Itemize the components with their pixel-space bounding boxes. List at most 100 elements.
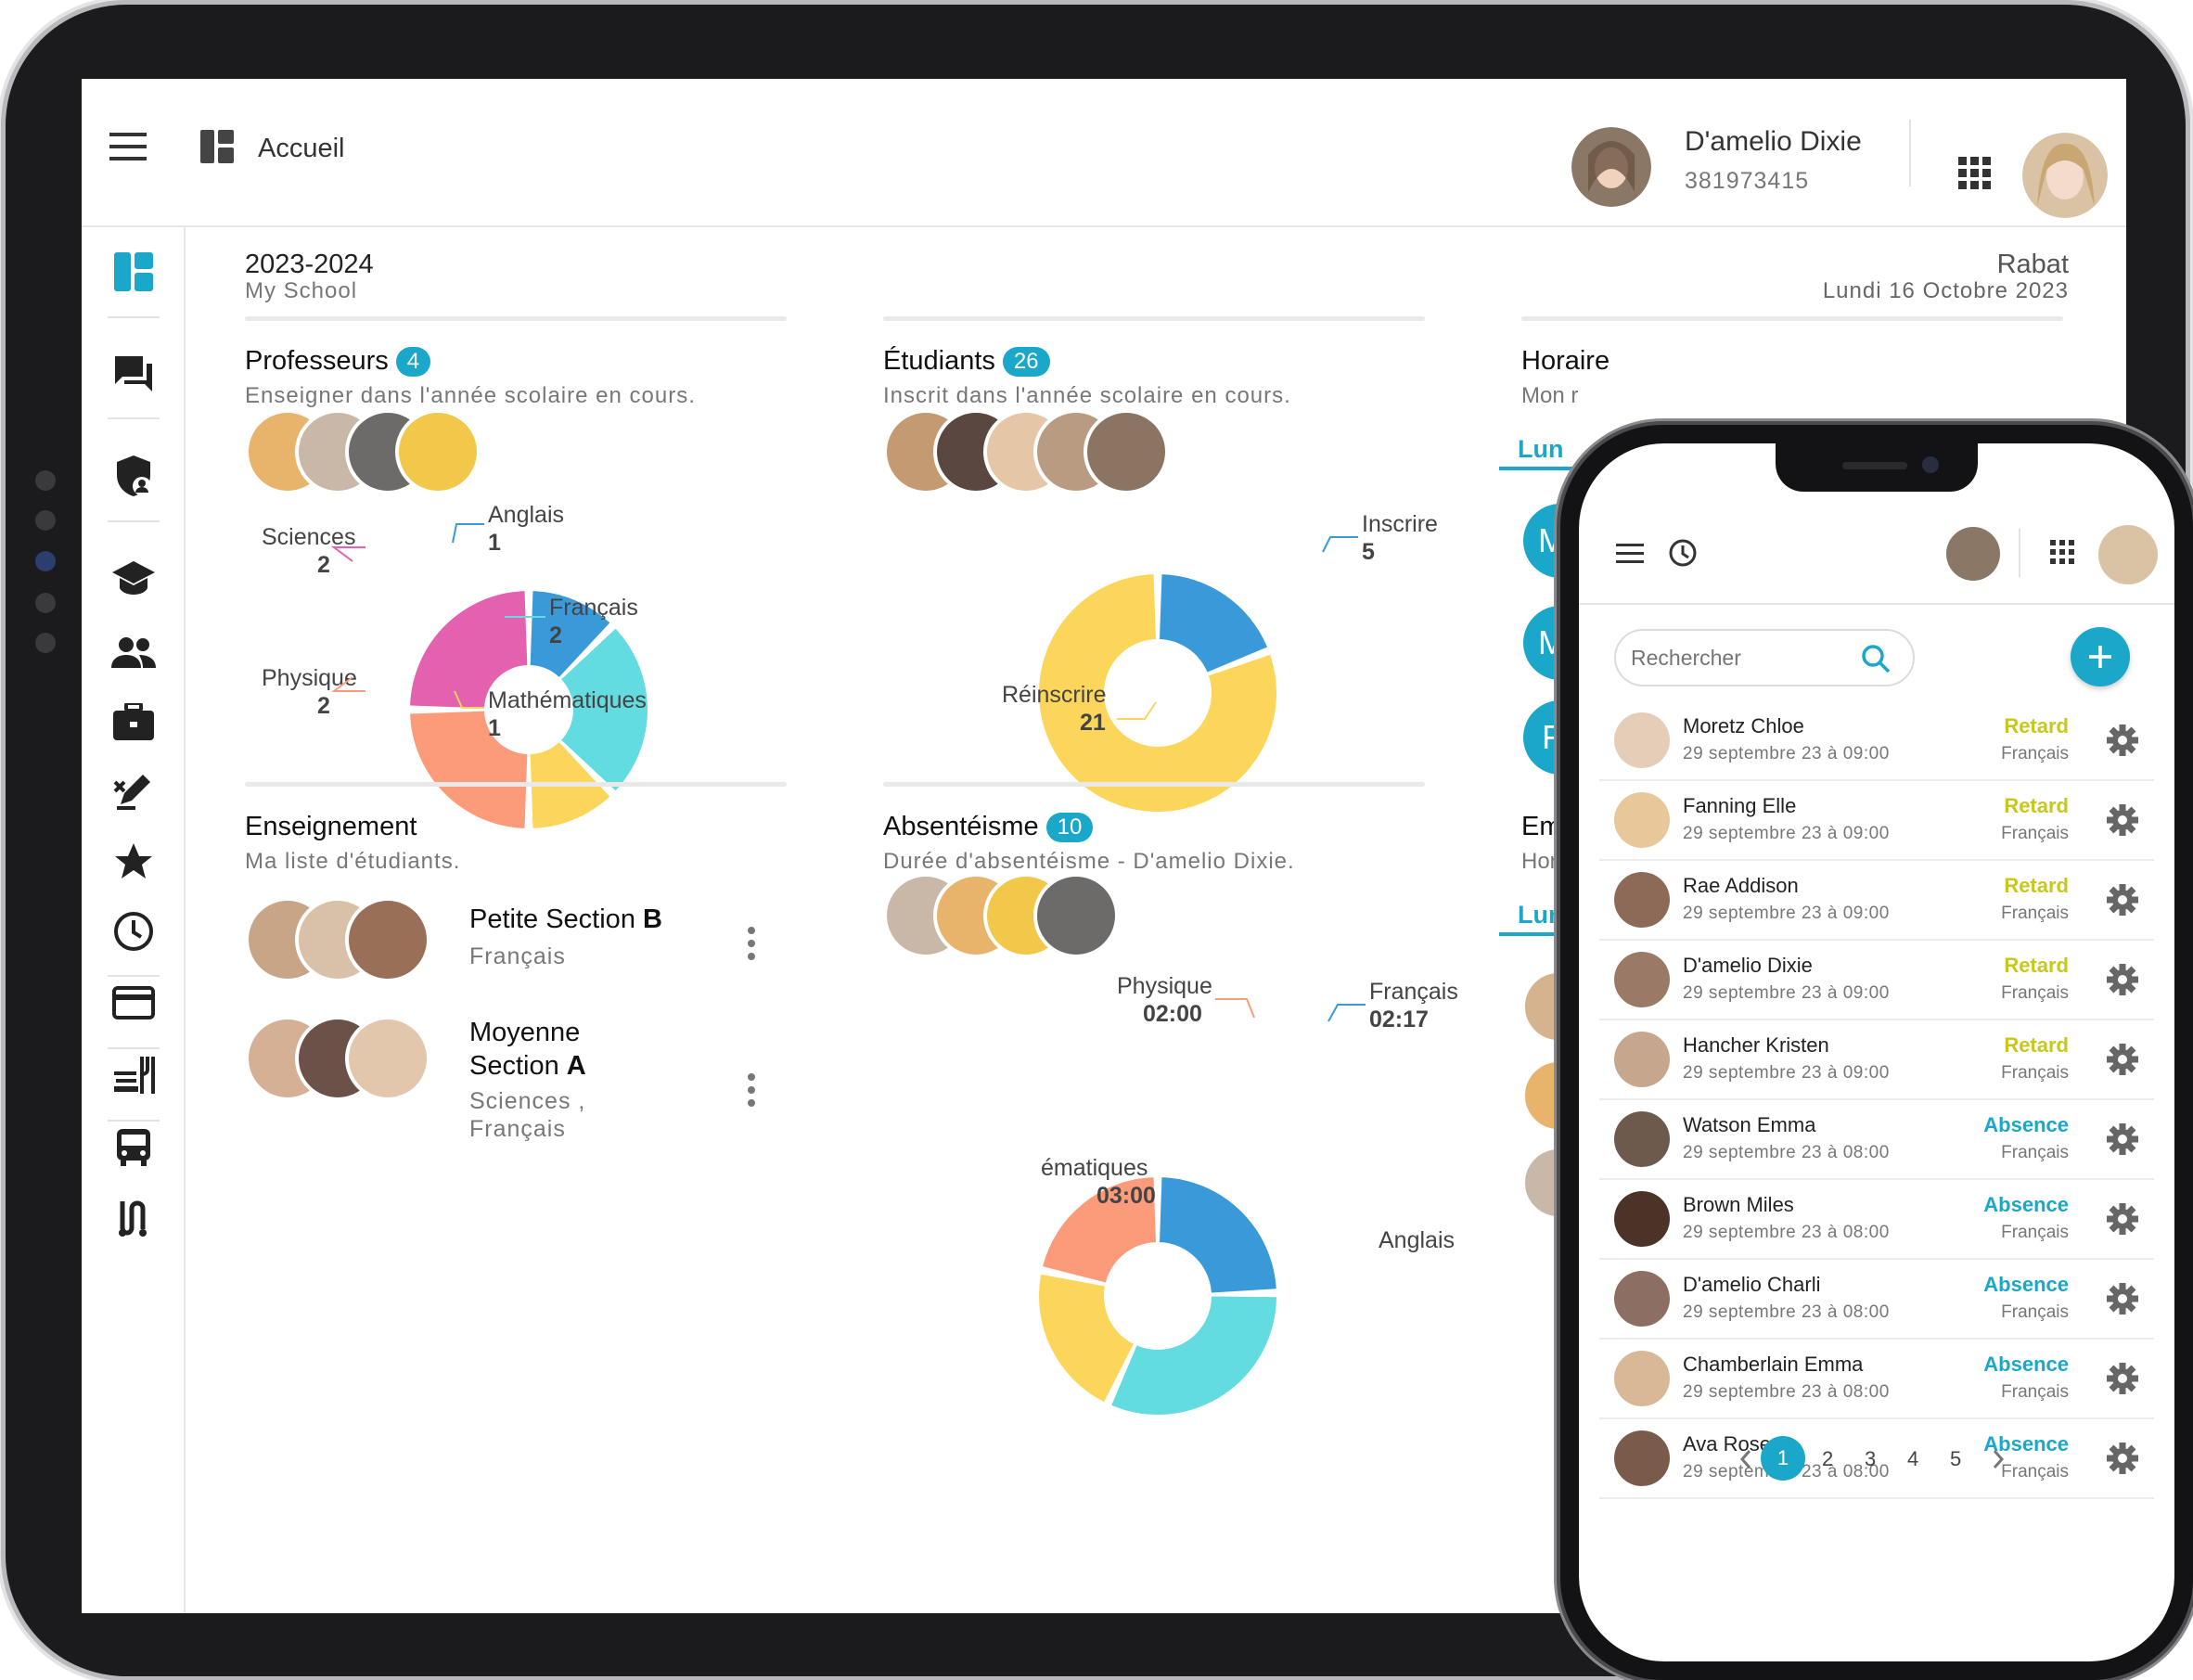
gear-icon[interactable] [2106,1282,2139,1320]
apps-grid-icon[interactable] [1958,157,1992,190]
chat-icon [115,356,152,391]
list-item[interactable]: Hancher Kristen 29 septembre 23 à 09:00 Re… [1599,1020,2154,1100]
phone-menu-icon[interactable] [1616,544,1644,569]
pagination-next-icon[interactable] [1989,1447,2007,1476]
subject-label: Français [2001,1223,2069,1242]
tablet-camera-dot [35,551,56,571]
pagination-page[interactable]: 5 [1950,1447,1961,1471]
list-item[interactable]: Fanning Elle 29 septembre 23 à 09:00 Retar… [1599,781,2154,861]
student-name: Rae Addison [1683,874,1799,897]
sidebar-divider [108,417,160,419]
list-item[interactable]: Brown Miles 29 septembre 23 à 08:00 Absenc… [1599,1180,2154,1260]
schedule-tab-lun[interactable]: Lun [1518,435,1563,464]
gear-icon[interactable] [2106,724,2139,762]
absence-date: 29 septembre 23 à 08:00 [1683,1143,1890,1162]
emp-tab-lun[interactable]: Lun [1518,901,1563,930]
user-name: D'amelio Dixie [1685,126,1862,157]
sidebar-item-exams[interactable] [108,765,160,817]
gear-icon[interactable] [2106,963,2139,1001]
absence-date: 29 septembre 23 à 09:00 [1683,824,1890,843]
list-item[interactable]: D'amelio Dixie 29 septembre 23 à 09:00 Ret… [1599,941,2154,1020]
list-item[interactable]: D'amelio Charli 29 septembre 23 à 08:00 Ab… [1599,1260,2154,1340]
status-badge: Absence [1983,1273,2069,1296]
subject-label: Français [2001,904,2069,923]
gear-icon[interactable] [2106,1202,2139,1240]
school-city: Rabat [1996,250,2069,279]
list-item[interactable]: Chamberlain Emma 29 septembre 23 à 08:00 A… [1599,1340,2154,1419]
pagination-page[interactable]: 4 [1907,1447,1918,1471]
student-name: Hancher Kristen [1683,1033,1829,1057]
phone-search-icon[interactable] [1861,644,1891,678]
route-icon [119,1200,147,1237]
sidebar-item-schedule[interactable] [108,905,160,957]
sidebar-item-transport[interactable] [108,1122,160,1173]
subject-label: Français [2001,744,2069,763]
tablet-sensor-dot [35,593,56,613]
absence-date: 29 septembre 23 à 08:00 [1683,1382,1890,1402]
phone-pagination: 1 2 3 4 5 [1737,1436,2033,1484]
student-name: D'amelio Dixie [1683,954,1813,977]
student-avatar [1614,952,1670,1007]
pagination-page[interactable]: 3 [1865,1447,1876,1471]
user-avatar[interactable] [1571,127,1651,207]
profile-avatar[interactable] [2022,133,2108,218]
student-avatar [1614,1032,1670,1087]
pagination-page[interactable]: 2 [1822,1447,1833,1471]
bus-icon [117,1129,150,1166]
list-item[interactable]: Watson Emma 29 septembre 23 à 08:00 Absenc… [1599,1100,2154,1180]
phone-apps-grid-icon[interactable] [2050,540,2074,569]
menu-icon[interactable] [109,133,147,160]
graduation-cap-icon [112,561,155,595]
sidebar-item-payments[interactable] [108,977,160,1029]
sidebar-item-jobs[interactable] [108,696,160,748]
phone-header-divider [2019,529,2020,577]
absence-date: 29 septembre 23 à 08:00 [1683,1223,1890,1242]
sidebar-item-security[interactable] [108,450,160,502]
list-item[interactable]: Rae Addison 29 septembre 23 à 09:00 Retard… [1599,861,2154,941]
student-avatar [1614,1191,1670,1247]
sidebar-item-users[interactable] [108,626,160,678]
phone-device: Moretz Chloe 29 septembre 23 à 09:00 Retar… [1560,425,2193,1680]
student-name: Chamberlain Emma [1683,1353,1864,1376]
section-divider [1521,316,2063,321]
chart-leader-lines [1215,998,1366,1022]
shield-user-icon [117,455,151,496]
subject-label: Français [2001,983,2069,1003]
pagination-page-current[interactable]: 1 [1761,1436,1805,1481]
phone-user-avatar[interactable] [1946,527,2000,581]
sidebar-item-education[interactable] [108,552,160,604]
gear-icon[interactable] [2106,1442,2139,1480]
list-item[interactable]: Moretz Chloe 29 septembre 23 à 09:00 Retar… [1599,701,2154,781]
sidebar-item-canteen[interactable] [108,1049,160,1101]
subject-label: Français [2001,1143,2069,1162]
sidebar [82,227,186,1613]
schedule-title: Horaire [1521,346,1610,376]
pagination-prev-icon[interactable] [1737,1447,1755,1476]
status-badge: Absence [1983,1193,2069,1216]
phone-profile-avatar[interactable] [2098,525,2158,584]
gear-icon[interactable] [2106,1122,2139,1161]
phone-clock-icon[interactable] [1668,538,1698,572]
status-badge: Retard [2004,874,2069,897]
sidebar-item-favorites[interactable] [108,836,160,888]
status-badge: Retard [2004,714,2069,737]
phone-search-box[interactable] [1614,629,1915,686]
stage: Accueil D'amelio Dixie 381973415 2023-20… [0,0,2193,1680]
schedule-letter: F [1542,718,1562,756]
gear-icon[interactable] [2106,1043,2139,1081]
clock-icon [114,912,153,951]
gear-icon[interactable] [2106,803,2139,841]
phone-add-button[interactable] [2071,627,2130,686]
gear-icon[interactable] [2106,883,2139,921]
sidebar-divider [108,520,160,522]
briefcase-icon [113,703,154,740]
student-name: Watson Emma [1683,1113,1816,1136]
sidebar-item-messages[interactable] [108,348,160,400]
gear-icon[interactable] [2106,1362,2139,1400]
edit-icon [113,775,150,810]
phone-search-input[interactable] [1631,644,1853,672]
sidebar-item-routes[interactable] [108,1192,160,1244]
student-name: Fanning Elle [1683,794,1797,817]
sidebar-item-dashboard[interactable] [108,246,160,298]
stars-icon [115,843,152,878]
